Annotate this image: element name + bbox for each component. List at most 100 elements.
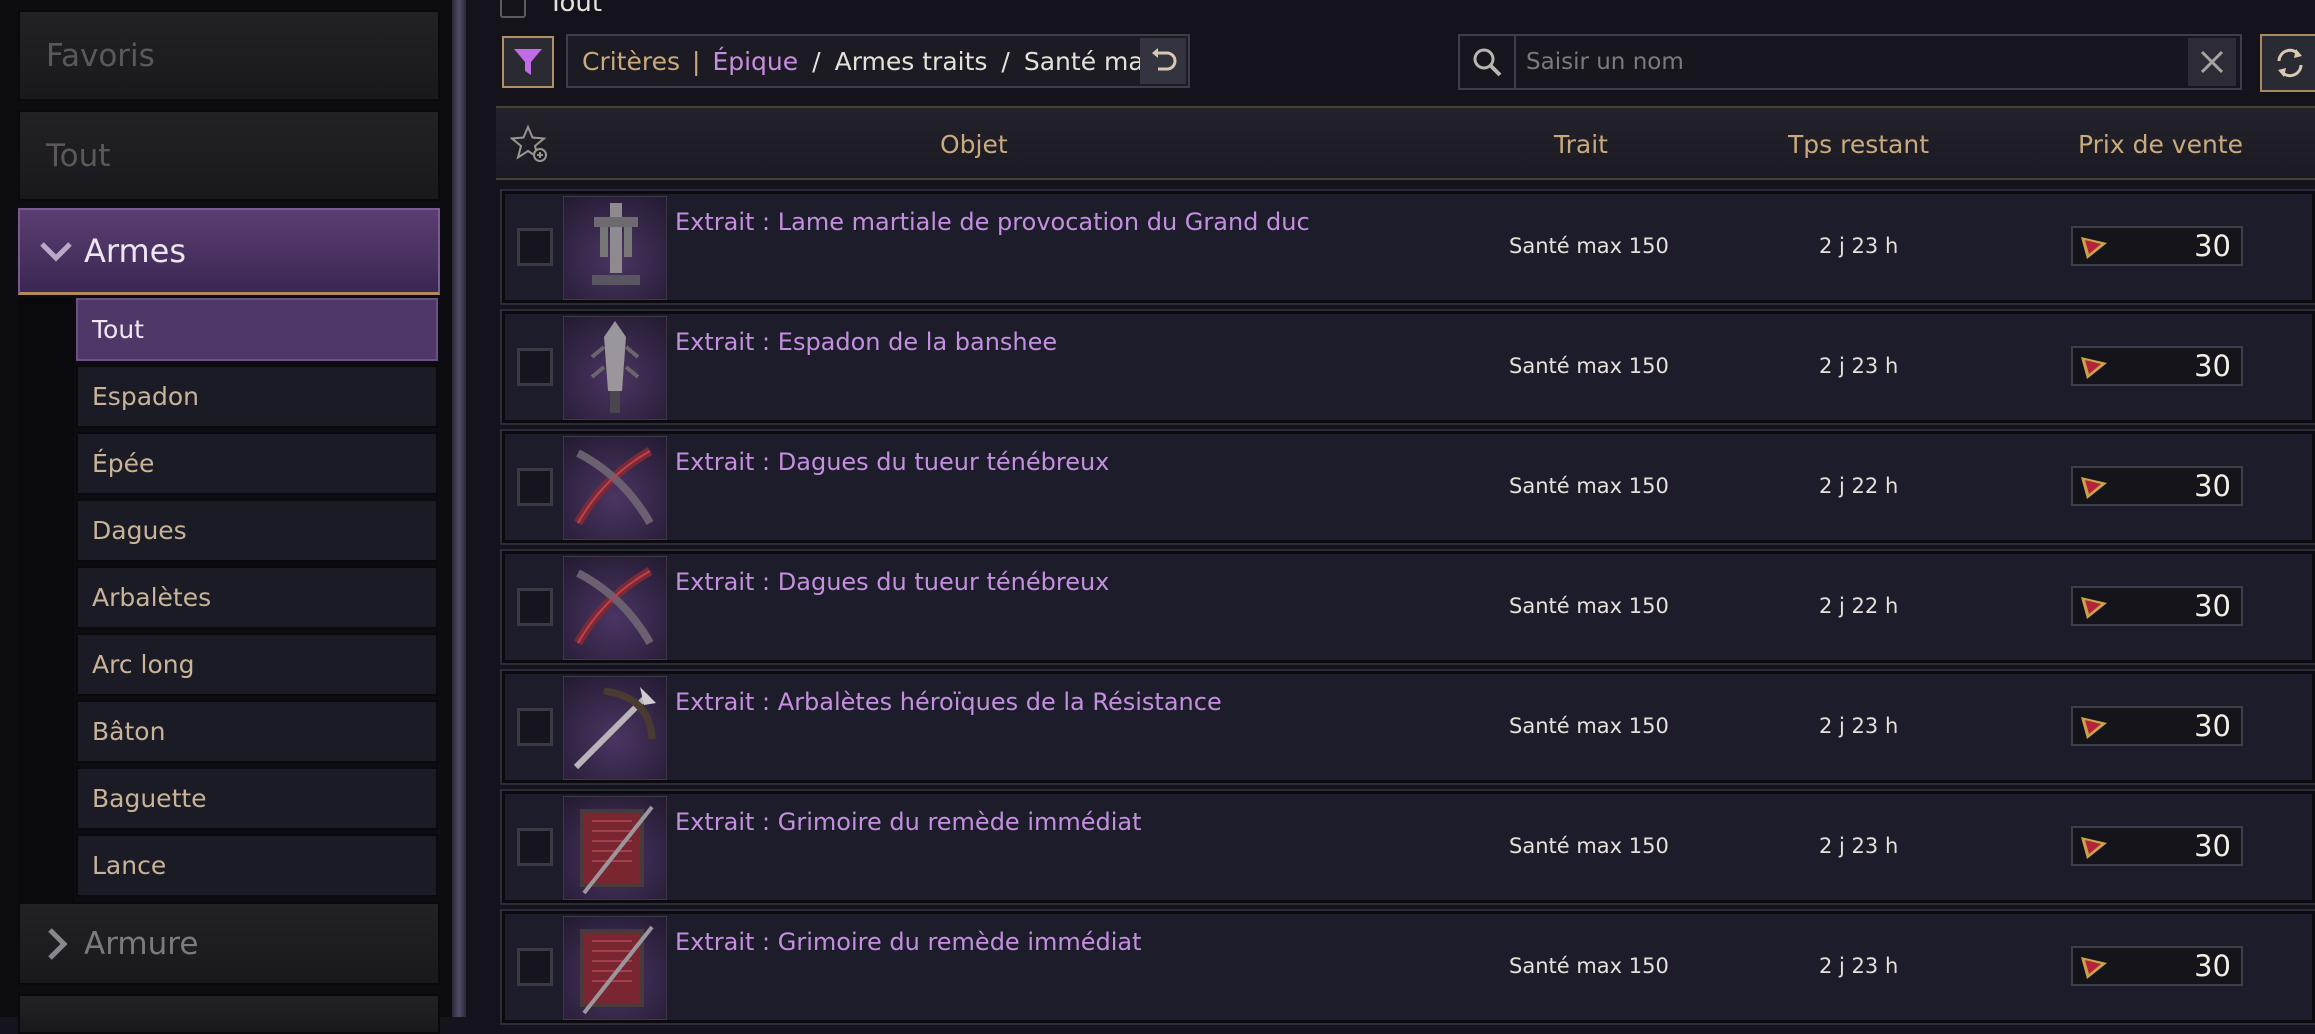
category-sidebar: Favoris Tout Armes Tout Espadon Épée Dag… [0,0,455,1034]
lucent-icon [2081,237,2107,259]
item-trait: Santé max 150 [1509,234,1669,258]
item-time-left: 2 j 22 h [1819,474,1899,498]
item-trait: Santé max 150 [1509,714,1669,738]
price-value: 30 [2194,709,2231,743]
greatsword-icon [563,316,667,420]
lucent-icon [2081,717,2107,739]
item-trait: Santé max 150 [1509,594,1669,618]
category-next[interactable] [18,994,440,1034]
sidebar-scrollbar[interactable] [452,0,466,1017]
refresh-button[interactable] [2260,34,2315,92]
criteria-bar[interactable]: Critères | Épique / Armes traits / Santé… [566,34,1190,88]
item-trait: Santé max 150 [1509,954,1669,978]
item-time-left: 2 j 23 h [1819,834,1899,858]
filter-button[interactable] [502,36,554,88]
table-row[interactable]: Extrait : Lame martiale de provocation d… [500,189,2315,305]
close-icon [2200,50,2224,74]
reset-criteria-button[interactable] [1140,38,1186,84]
clear-search-button[interactable] [2188,38,2236,86]
column-time[interactable]: Tps restant [1788,130,1929,159]
subcategory-rail [18,297,74,902]
refresh-icon [2277,48,2303,78]
row-checkbox[interactable] [517,468,553,506]
criteria-slash: / [812,46,821,76]
price-value: 30 [2194,349,2231,383]
table-header: Objet Trait Tps restant Prix de vente [496,106,2315,180]
item-time-left: 2 j 23 h [1819,234,1899,258]
criteria-category: Armes traits [834,46,988,76]
item-price: 30 [2071,946,2243,986]
price-value: 30 [2194,229,2231,263]
criteria-label: Critères [582,46,680,76]
column-object[interactable]: Objet [940,130,1008,159]
row-checkbox[interactable] [517,828,553,866]
item-trait: Santé max 150 [1509,834,1669,858]
grimoire-icon [563,916,667,1020]
price-value: 30 [2194,589,2231,623]
undo-icon [1152,48,1177,71]
table-row[interactable]: Extrait : Dagues du tueur ténébreux Sant… [500,429,2315,545]
row-checkbox[interactable] [517,348,553,386]
criteria-trait: Santé max [1023,46,1159,76]
item-name: Extrait : Espadon de la banshee [675,328,1058,356]
item-name: Extrait : Arbalètes héroïques de la Rési… [675,688,1222,716]
price-value: 30 [2194,829,2231,863]
subcategory-item[interactable]: Espadon [76,365,438,428]
category-favorites[interactable]: Favoris [18,10,440,101]
subcategory-item[interactable]: Baguette [76,767,438,830]
criteria-slash: / [1001,46,1010,76]
crossbow-icon [563,676,667,780]
item-price: 30 [2071,346,2243,386]
grimoire-icon [563,796,667,900]
item-name: Extrait : Grimoire du remède immédiat [675,928,1142,956]
table-row[interactable]: Extrait : Dagues du tueur ténébreux Sant… [500,549,2315,665]
lucent-icon [2081,837,2107,859]
price-value: 30 [2194,949,2231,983]
subcategory-item[interactable]: Épée [76,432,438,495]
row-checkbox[interactable] [517,588,553,626]
breadcrumb-icon [500,0,526,18]
item-price: 30 [2071,826,2243,866]
category-weapons-label: Armes [84,232,187,270]
category-weapons[interactable]: Armes [18,208,440,295]
subcategory-item[interactable]: Arbalètes [76,566,438,629]
subcategory-item[interactable]: Lance [76,834,438,897]
price-value: 30 [2194,469,2231,503]
table-row[interactable]: Extrait : Espadon de la banshee Santé ma… [500,309,2315,425]
row-checkbox[interactable] [517,708,553,746]
table-row[interactable]: Extrait : Arbalètes héroïques de la Rési… [500,669,2315,785]
item-time-left: 2 j 23 h [1819,954,1899,978]
chevron-right-icon [48,927,68,960]
category-armor-label: Armure [84,925,199,962]
column-trait[interactable]: Trait [1554,130,1608,159]
category-armor[interactable]: Armure [18,902,440,985]
row-checkbox[interactable] [517,228,553,266]
subcategory-item[interactable]: Bâton [76,700,438,763]
item-price: 30 [2071,226,2243,266]
category-all[interactable]: Tout [18,110,440,201]
table-row[interactable]: Extrait : Grimoire du remède immédiat Sa… [500,909,2315,1025]
item-trait: Santé max 150 [1509,474,1669,498]
item-trait: Santé max 150 [1509,354,1669,378]
search-input[interactable] [1516,37,2188,87]
daggers-icon [563,436,667,540]
lucent-icon [2081,957,2107,979]
add-favorite-icon[interactable] [510,124,550,164]
lucent-icon [2081,477,2107,499]
subcategory-item[interactable]: Dagues [76,499,438,562]
row-checkbox[interactable] [517,948,553,986]
subcategory-item[interactable]: Arc long [76,633,438,696]
search-icon [1460,36,1516,88]
breadcrumb: Tout [548,0,603,18]
daggers-icon [563,556,667,660]
table-row[interactable]: Extrait : Grimoire du remède immédiat Sa… [500,789,2315,905]
sword-icon [563,196,667,300]
item-price: 30 [2071,466,2243,506]
item-name: Extrait : Lame martiale de provocation d… [675,208,1310,236]
subcategory-item[interactable]: Tout [76,298,438,361]
lucent-icon [2081,357,2107,379]
column-price[interactable]: Prix de vente [2078,130,2243,159]
item-price: 30 [2071,586,2243,626]
criteria-separator: | [692,46,701,76]
lucent-icon [2081,597,2107,619]
